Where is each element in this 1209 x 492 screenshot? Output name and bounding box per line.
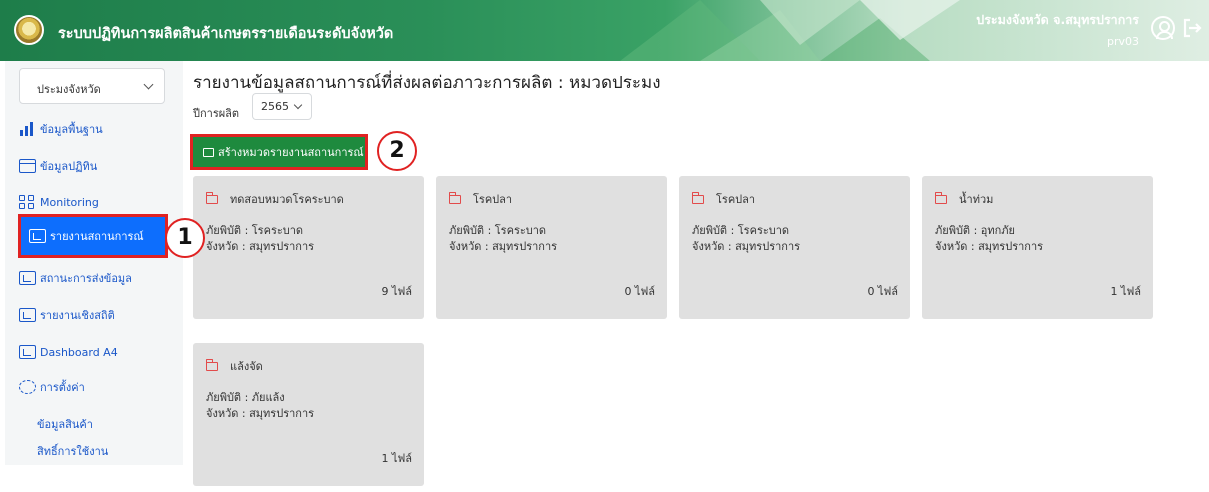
card-header: น้ำท่วม (934, 190, 994, 208)
chevron-down-icon (143, 79, 154, 90)
app-title: ระบบปฏิทินการผลิตสินค้าเกษตรรายเดือนระดั… (58, 26, 394, 42)
sidebar-item-label: การตั้งค่า (40, 381, 85, 394)
report-icon (29, 229, 46, 243)
sidebar-item-basic-data[interactable]: ข้อมูลพื้นฐาน (19, 114, 169, 144)
folder-icon (205, 191, 218, 204)
folder-icon (203, 147, 214, 157)
create-report-category-button[interactable]: สร้างหมวดรายงานสถานการณ์ (190, 134, 368, 170)
sidebar-subitem-permissions[interactable]: สิทธิ์การใช้งาน (37, 442, 108, 460)
card-file-count: 0 ไฟล์ (624, 285, 655, 298)
user-code: prv03 (1106, 35, 1139, 48)
sidebar-item-label: สถานะการส่งข้อมูล (40, 272, 132, 285)
folder-icon (448, 191, 461, 204)
report-icon (19, 308, 36, 322)
report-icon (19, 345, 36, 359)
sidebar-item-label: ข้อมูลปฏิทิน (40, 160, 98, 173)
user-info: ประมงจังหวัด จ.สมุทรปราการ prv03 (976, 10, 1139, 48)
bar-chart-icon (19, 122, 36, 136)
report-card[interactable]: น้ำท่วม ภัยพิบัติ : อุทกภัย จังหวัด : สม… (922, 176, 1153, 319)
create-report-category-label: สร้างหมวดรายงานสถานการณ์ (218, 146, 364, 159)
year-label: ปีการผลิต (193, 107, 240, 120)
report-card[interactable]: โรคปลา ภัยพิบัติ : โรคระบาด จังหวัด : สม… (679, 176, 910, 319)
sidebar-item-submission-status[interactable]: สถานะการส่งข้อมูล (19, 263, 169, 293)
chevron-down-icon (293, 100, 303, 110)
card-title: ทดสอบหมวดโรคระบาด (230, 193, 344, 206)
report-icon (19, 271, 36, 285)
grid-icon (19, 195, 36, 209)
card-province: จังหวัด : สมุทรปราการ (692, 240, 801, 253)
page-title: รายงานข้อมูลสถานการณ์ที่ส่งผลต่อภาวะการผ… (193, 73, 661, 93)
gear-icon (19, 380, 36, 394)
sidebar-item-label: Monitoring (40, 195, 99, 209)
sidebar-item-settings[interactable]: การตั้งค่า (19, 372, 169, 402)
sidebar-item-dashboard[interactable]: Dashboard A4 (19, 337, 169, 367)
report-card[interactable]: โรคปลา ภัยพิบัติ : โรคระบาด จังหวัด : สม… (436, 176, 667, 319)
department-select-value: ประมงจังหวัด (37, 83, 101, 96)
department-select[interactable]: ประมงจังหวัด (19, 68, 165, 104)
folder-icon (691, 191, 704, 204)
sidebar-subitem-product-data[interactable]: ข้อมูลสินค้า (37, 415, 93, 433)
sidebar-item-statistics[interactable]: รายงานเชิงสถิติ (19, 300, 169, 330)
card-title: แล้งจัด (230, 360, 263, 373)
year-select[interactable]: 2565 (252, 93, 312, 120)
card-province: จังหวัด : สมุทรปราการ (206, 240, 315, 253)
card-file-count: 9 ไฟล์ (381, 285, 412, 298)
user-name: ประมงจังหวัด จ.สมุทรปราการ (976, 12, 1139, 27)
sidebar-item-label: ข้อมูลพื้นฐาน (40, 123, 103, 136)
card-file-count: 1 ไฟล์ (381, 452, 412, 465)
app-logo (14, 15, 44, 45)
card-file-count: 1 ไฟล์ (1110, 285, 1141, 298)
sidebar-item-label: รายงานเชิงสถิติ (40, 309, 115, 322)
top-header: ระบบปฏิทินการผลิตสินค้าเกษตรรายเดือนระดั… (0, 0, 1209, 61)
logout-icon[interactable] (1181, 17, 1203, 39)
card-province: จังหวัด : สมุทรปราการ (206, 407, 315, 420)
card-province: จังหวัด : สมุทรปราการ (935, 240, 1044, 253)
sidebar-item-label: รายงานสถานการณ์ (50, 230, 144, 243)
sidebar-item-label: Dashboard A4 (40, 345, 118, 359)
card-title: โรคปลา (716, 193, 756, 206)
calendar-icon (19, 159, 36, 173)
card-header: โรคปลา (691, 190, 756, 208)
sidebar: ประมงจังหวัด ข้อมูลพื้นฐาน ข้อมูลปฏิทิน … (5, 61, 183, 465)
sidebar-item-monitoring[interactable]: Monitoring (19, 187, 169, 217)
step-marker-2: 2 (377, 131, 417, 171)
report-card[interactable]: แล้งจัด ภัยพิบัติ : ภัยแล้ง จังหวัด : สม… (193, 343, 424, 486)
card-province: จังหวัด : สมุทรปราการ (449, 240, 558, 253)
sidebar-item-situation-report[interactable]: รายงานสถานการณ์ (18, 214, 168, 258)
sidebar-item-calendar[interactable]: ข้อมูลปฏิทิน (19, 151, 169, 181)
card-header: โรคปลา (448, 190, 513, 208)
card-header: ทดสอบหมวดโรคระบาด (205, 190, 344, 208)
card-header: แล้งจัด (205, 357, 263, 375)
folder-icon (205, 358, 218, 371)
card-file-count: 0 ไฟล์ (867, 285, 898, 298)
card-title: น้ำท่วม (959, 193, 994, 206)
folder-icon (934, 191, 947, 204)
year-select-value: 2565 (261, 100, 289, 113)
step-marker-1: 1 (165, 218, 205, 258)
user-profile-icon[interactable] (1151, 16, 1175, 40)
report-card[interactable]: ทดสอบหมวดโรคระบาด ภัยพิบัติ : โรคระบาด จ… (193, 176, 424, 319)
card-title: โรคปลา (473, 193, 513, 206)
